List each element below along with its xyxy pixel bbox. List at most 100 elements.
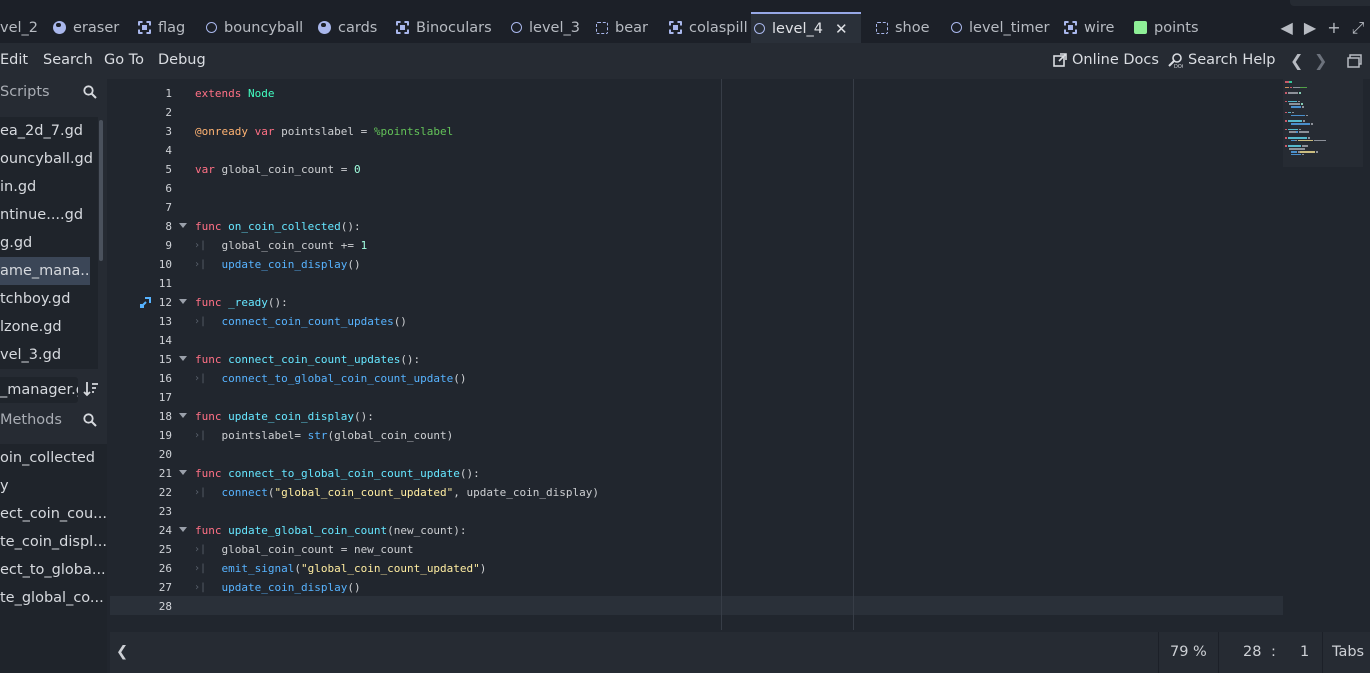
script-list-item[interactable]: ea_2d_7.gd [0, 117, 98, 145]
tab-bear[interactable]: bear [593, 12, 662, 43]
tab-scroll-left-icon[interactable]: ◀ [1281, 18, 1293, 37]
code-text: update_coin_display() [195, 255, 361, 274]
script-list-item[interactable]: ame_mana... [0, 257, 90, 285]
external-link-icon [1053, 53, 1067, 67]
menu-search[interactable]: Search [43, 52, 93, 68]
tab-colaspill[interactable]: colaspill [666, 12, 749, 43]
tab-flag[interactable]: flag [135, 12, 202, 43]
fold-arrow-icon[interactable] [179, 356, 187, 361]
method-list-item[interactable]: te_coin_displ... [0, 528, 107, 556]
script-list-item[interactable]: ouncyball.gd [0, 145, 98, 173]
scripts-filter-label[interactable]: Scripts [0, 84, 50, 100]
script-list-item[interactable]: g.gd [0, 229, 98, 257]
script-list-item[interactable]: in.gd [0, 173, 98, 201]
methods-filter-label[interactable]: Methods [0, 412, 62, 428]
script-list-item[interactable]: ntinue....gd [0, 201, 98, 229]
tab-level-4[interactable]: level_4 ✕ [751, 12, 861, 43]
tab-points[interactable]: points [1131, 12, 1210, 43]
line-number: 10 [158, 258, 172, 271]
menu-debug[interactable]: Debug [158, 52, 206, 68]
toggle-scripts-panel-button[interactable]: ❮ [116, 644, 128, 660]
frame-icon [669, 21, 682, 34]
tab-tools: ◀ ▶ + ⤢ [1275, 12, 1370, 43]
tab-shoe[interactable]: shoe [873, 12, 946, 43]
code-token: update_coin_display [228, 410, 354, 423]
tab-vel-2[interactable]: vel_2 [0, 12, 48, 43]
code-line: 21 func connect_to_global_coin_count_upda… [110, 464, 1280, 483]
script-menu-bar: Edit Search Go To Debug Online Docs DOC … [0, 43, 1370, 79]
tab-eraser[interactable]: eraser [50, 12, 133, 43]
script-list-item[interactable]: tchboy.gd [0, 285, 98, 313]
code-text: func update_coin_display(): [195, 407, 374, 426]
code-token: _ready [228, 296, 268, 309]
code-text: update_coin_display() [195, 578, 361, 597]
toggle-panel-icon[interactable] [1347, 54, 1362, 68]
online-docs-label: Online Docs [1072, 52, 1159, 68]
code-token: (): [353, 410, 374, 423]
online-docs-button[interactable]: Online Docs [1053, 52, 1159, 68]
methods-list[interactable]: oin_collected y ect_coin_cou... te_coin_dis… [0, 444, 107, 673]
history-back-button[interactable]: ❮ [1290, 51, 1303, 70]
minimap-line [1285, 81, 1289, 83]
tab-label: wire [1084, 19, 1115, 36]
minimap-line [1291, 114, 1306, 117]
connected-signal-icon[interactable] [140, 296, 152, 308]
distraction-free-icon[interactable]: ⤢ [1352, 18, 1365, 38]
code-line: 26 ›| emit_signal("global_coin_count_upda… [110, 559, 1280, 578]
method-list-item[interactable]: te_global_co... [0, 584, 107, 612]
close-tab-icon[interactable]: ✕ [835, 20, 848, 38]
add-tab-button[interactable]: + [1327, 18, 1340, 37]
menu-edit[interactable]: Edit [0, 52, 28, 68]
tab-level-timer[interactable]: level_timer [948, 12, 1059, 43]
line-number: 2 [165, 106, 172, 119]
code-token: func [195, 467, 229, 480]
code-editor[interactable]: 1 extends Node 2 3 @onready var pointslabel … [110, 79, 1370, 630]
search-help-icon: DOC [1168, 52, 1183, 68]
fold-arrow-icon[interactable] [179, 527, 187, 532]
scripts-scrollbar[interactable] [99, 120, 103, 261]
script-list-item[interactable]: lzone.gd [0, 313, 98, 341]
code-token: emit_signal [221, 562, 295, 575]
fold-arrow-icon[interactable] [179, 470, 187, 475]
indentation-mode[interactable]: Tabs [1332, 644, 1364, 660]
zoom-level[interactable]: 79 % [1170, 644, 1207, 660]
fold-arrow-icon[interactable] [179, 413, 187, 418]
code-token: () [347, 581, 361, 594]
line-number: 14 [158, 334, 172, 347]
line-number: 21 [158, 467, 172, 480]
tab-level-3[interactable]: level_3 [508, 12, 591, 43]
rect-icon [876, 21, 888, 34]
code-token: ) [479, 562, 487, 575]
minimap-line [1287, 111, 1292, 114]
line-number: 18 [158, 410, 172, 423]
minimap-line [1289, 103, 1300, 105]
script-list-item[interactable]: vel_3.gd [0, 341, 98, 369]
fold-arrow-icon[interactable] [179, 299, 187, 304]
history-forward-button[interactable]: ❯ [1314, 51, 1327, 70]
method-list-item[interactable]: oin_collected [0, 444, 107, 472]
method-list-item[interactable]: ect_coin_cou... [0, 500, 107, 528]
tab-scroll-right-icon[interactable]: ▶ [1304, 18, 1316, 37]
search-help-button[interactable]: DOC Search Help [1168, 52, 1275, 68]
tab-binoculars[interactable]: Binoculars [393, 12, 506, 43]
tab-cards[interactable]: cards [315, 12, 392, 43]
code-token: () [347, 258, 361, 271]
method-list-item[interactable]: y [0, 472, 107, 500]
fold-arrow-icon[interactable] [179, 223, 187, 228]
code-minimap[interactable] [1283, 79, 1363, 167]
line-number: 22 [158, 486, 172, 499]
minimap-line [1291, 111, 1294, 114]
code-text: @onready var pointslabel = %pointslabel [195, 122, 453, 141]
tab-bouncyball[interactable]: bouncyball [203, 12, 314, 43]
code-line: 6 [110, 179, 1280, 198]
method-list-item[interactable]: ect_to_globa... [0, 556, 107, 584]
current-script-field[interactable]: _manager.g [0, 377, 78, 403]
minimap-line [1287, 120, 1303, 122]
sort-icon[interactable] [83, 380, 99, 398]
scripts-list[interactable]: ea_2d_7.gd ouncyball.gd in.gd ntinue....gd g… [0, 117, 98, 369]
code-token: () [393, 315, 407, 328]
menu-go-to[interactable]: Go To [104, 52, 144, 68]
tab-wire[interactable]: wire [1061, 12, 1130, 43]
scene-icon [206, 22, 217, 33]
code-token: str [307, 429, 328, 442]
